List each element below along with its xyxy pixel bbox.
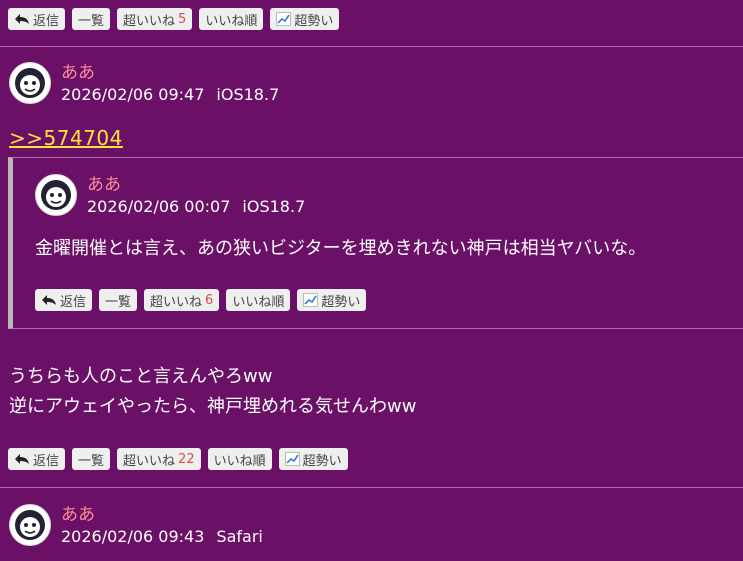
reply-button[interactable]: 返信 [8, 8, 66, 30]
quoted-date-line: 2026/02/06 00:07 iOS18.7 [87, 196, 305, 218]
quoted-action-bar: 返信 一覧 超いいね 6 いいね順 超勢い [35, 289, 367, 311]
super-like-label: 超いいね [123, 13, 176, 29]
post-action-bar: 返信 一覧 超いいね 22 いいね順 超勢い [8, 448, 348, 470]
poster-name[interactable]: ああ [61, 504, 263, 526]
trend-chart-icon [284, 452, 300, 466]
list-button[interactable]: 一覧 [72, 448, 111, 470]
super-like-count: 5 [178, 11, 187, 27]
super-trend-button[interactable]: 超勢い [297, 289, 367, 311]
trend-chart-icon [303, 293, 319, 307]
face-avatar-icon [15, 510, 45, 540]
reply-button[interactable]: 返信 [35, 289, 93, 311]
reply-arrow-icon [15, 454, 29, 464]
super-trend-button[interactable]: 超勢い [278, 448, 348, 470]
post-date-line: 2026/02/06 09:47 iOS18.7 [61, 84, 279, 106]
quoted-post-text: 金曜開催とは言え、あの狭いビジターを埋めきれない神戸は相当ヤバいな。 [35, 238, 647, 259]
super-trend-label: 超勢い [321, 294, 361, 310]
post-meta: ああ 2026/02/06 09:47 iOS18.7 [61, 62, 279, 106]
quoted-post-device: iOS18.7 [242, 197, 306, 216]
like-order-label: いいね順 [213, 453, 266, 469]
quoted-post-header: ああ 2026/02/06 00:07 iOS18.7 [35, 174, 305, 218]
reply-arrow-icon [42, 295, 56, 305]
face-avatar-icon [41, 180, 71, 210]
reply-arrow-icon [15, 14, 29, 24]
like-order-label: いいね順 [232, 294, 285, 310]
post-text: うちらも人のこと言えんやろww 逆にアウェイやったら、神戸埋めれる気せんわww [9, 362, 416, 422]
quoted-post-date: 2026/02/06 00:07 [87, 197, 231, 216]
face-avatar-icon [15, 68, 45, 98]
reply-anchor-link[interactable]: >>574704 [9, 126, 123, 150]
reply-label: 返信 [33, 13, 60, 29]
super-like-count: 22 [178, 451, 195, 467]
like-order-button[interactable]: いいね順 [199, 8, 264, 30]
like-order-button[interactable]: いいね順 [226, 289, 291, 311]
quoted-poster-name[interactable]: ああ [87, 174, 305, 196]
super-trend-button[interactable]: 超勢い [270, 8, 340, 30]
list-button[interactable]: 一覧 [99, 289, 138, 311]
super-like-button[interactable]: 超いいね 6 [144, 289, 220, 311]
post-date: 2026/02/06 09:43 [61, 527, 205, 546]
post-device: iOS18.7 [216, 85, 280, 104]
post-meta: ああ 2026/02/06 09:43 Safari [61, 504, 263, 548]
like-order-label: いいね順 [205, 13, 258, 29]
divider [0, 46, 743, 47]
post-date-line: 2026/02/06 09:43 Safari [61, 526, 263, 548]
avatar[interactable] [9, 504, 51, 546]
post-header: ああ 2026/02/06 09:43 Safari [9, 504, 263, 548]
super-trend-label: 超勢い [294, 13, 334, 29]
super-like-count: 6 [205, 292, 214, 308]
super-like-button[interactable]: 超いいね 5 [117, 8, 193, 30]
super-like-label: 超いいね [123, 453, 176, 469]
post-text-line: 逆にアウェイやったら、神戸埋めれる気せんわww [9, 396, 417, 417]
super-like-label: 超いいね [150, 294, 203, 310]
reply-label: 返信 [33, 453, 60, 469]
poster-name[interactable]: ああ [61, 62, 279, 84]
quoted-avatar[interactable] [35, 174, 77, 216]
list-button[interactable]: 一覧 [72, 8, 111, 30]
post-header: ああ 2026/02/06 09:47 iOS18.7 [9, 62, 279, 106]
avatar[interactable] [9, 62, 51, 104]
list-label: 一覧 [78, 453, 105, 469]
divider [0, 487, 743, 488]
post-text-line: うちらも人のこと言えんやろww [9, 366, 273, 387]
quoted-post: ああ 2026/02/06 00:07 iOS18.7 金曜開催とは言え、あの狭い… [8, 157, 743, 329]
trend-chart-icon [276, 12, 292, 26]
list-label: 一覧 [105, 294, 132, 310]
top-action-bar: 返信 一覧 超いいね 5 いいね順 超勢い [8, 8, 340, 30]
post-date: 2026/02/06 09:47 [61, 85, 205, 104]
list-label: 一覧 [78, 13, 105, 29]
reply-label: 返信 [60, 294, 87, 310]
reply-button[interactable]: 返信 [8, 448, 66, 470]
super-like-button[interactable]: 超いいね 22 [117, 448, 201, 470]
like-order-button[interactable]: いいね順 [207, 448, 272, 470]
post-device: Safari [216, 527, 263, 546]
quoted-post-meta: ああ 2026/02/06 00:07 iOS18.7 [87, 174, 305, 218]
super-trend-label: 超勢い [302, 453, 342, 469]
